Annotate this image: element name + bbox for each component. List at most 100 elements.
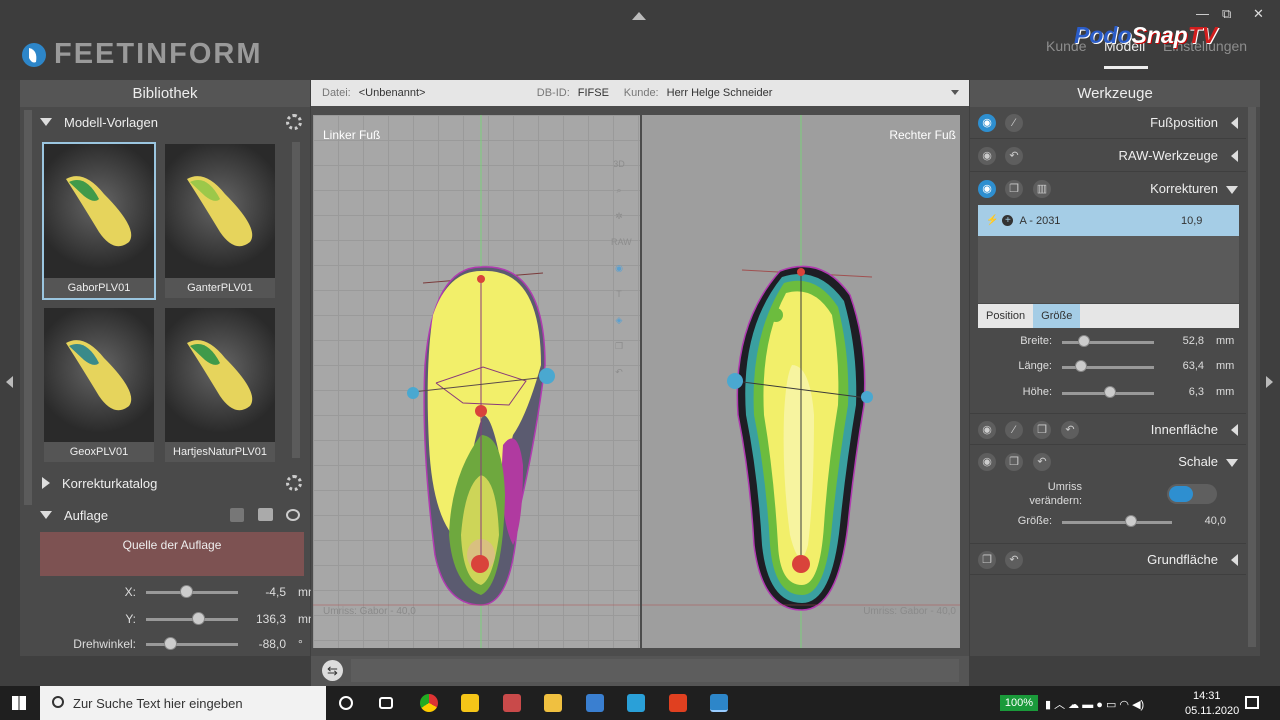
collapse-left-icon[interactable] bbox=[6, 376, 13, 388]
slider-track[interactable] bbox=[1062, 521, 1172, 524]
eye-icon[interactable]: ◉ bbox=[978, 180, 996, 198]
copy-icon[interactable]: ❐ bbox=[978, 551, 996, 569]
copy-icon[interactable] bbox=[230, 508, 244, 522]
tab-position[interactable]: Position bbox=[978, 304, 1033, 328]
slider-knob[interactable] bbox=[191, 612, 205, 625]
tool-raw[interactable]: ◉ ↶ RAW-Werkzeuge bbox=[970, 140, 1246, 172]
slider-track[interactable] bbox=[146, 643, 238, 646]
korrektur-item[interactable]: ⚡ + A - 2031 10,9 bbox=[978, 205, 1239, 236]
copy-icon[interactable]: ❐ bbox=[1005, 453, 1023, 471]
slider-knob[interactable] bbox=[1078, 335, 1091, 347]
slider-knob[interactable] bbox=[1103, 386, 1116, 398]
slider-knob[interactable] bbox=[1075, 360, 1088, 372]
eye-icon[interactable]: ◉ bbox=[978, 453, 996, 471]
clock-date[interactable]: 05.11.2020 bbox=[1185, 705, 1239, 717]
explorer-icon[interactable] bbox=[544, 694, 562, 712]
expanded-icon[interactable] bbox=[1226, 459, 1238, 467]
expand-left-icon[interactable] bbox=[1231, 424, 1238, 436]
windows-start-icon[interactable] bbox=[12, 696, 26, 710]
thumbs-scrollbar[interactable] bbox=[292, 142, 300, 458]
copy-icon[interactable]: ❐ bbox=[1033, 421, 1051, 439]
auflage-source[interactable]: Quelle der Auflage bbox=[40, 532, 304, 576]
gear-icon[interactable] bbox=[286, 114, 302, 130]
slider-knob[interactable] bbox=[1125, 515, 1138, 527]
left-foot-view[interactable]: Linker Fuß Umriss: Gabor - 40,0 3D ⌕ ✲ R… bbox=[313, 115, 640, 648]
chrome-icon[interactable] bbox=[420, 694, 438, 712]
swap-icon[interactable]: ⇆ bbox=[322, 660, 343, 681]
notification-icon[interactable] bbox=[1245, 696, 1259, 709]
tool-grundflaeche[interactable]: ❐ ↶ Grundfläche bbox=[970, 543, 1246, 575]
collapse-right-icon[interactable] bbox=[1266, 376, 1273, 388]
tool-schale[interactable]: ◉ ❐ ↶ Schale bbox=[970, 446, 1246, 478]
section-modell-vorlagen[interactable]: Modell-Vorlagen bbox=[20, 107, 310, 137]
info-icon[interactable]: ◉ bbox=[611, 263, 627, 289]
tray-icons[interactable]: ▮ ︿ ☁ ▬ ● ▭ ◠ ◀) bbox=[1045, 696, 1144, 712]
tool-fussposition[interactable]: ◉ ⁄ Fußposition bbox=[970, 107, 1246, 139]
close-button[interactable]: ✕ bbox=[1253, 6, 1264, 22]
eye-icon[interactable]: ◉ bbox=[978, 147, 996, 165]
tasks-app-icon[interactable] bbox=[461, 694, 479, 712]
3d-view-button[interactable]: 3D bbox=[611, 159, 627, 185]
feetinform-taskbar-icon[interactable] bbox=[710, 694, 728, 712]
slider-breite[interactable]: Breite: 52,8 mm bbox=[970, 332, 1240, 352]
slider-x[interactable]: X: -4,5 mm bbox=[40, 582, 318, 602]
slider-hoehe[interactable]: Höhe: 6,3 mm bbox=[970, 383, 1240, 403]
undo-icon[interactable]: ↶ bbox=[1061, 421, 1079, 439]
restore-button[interactable]: ⧉ bbox=[1222, 6, 1231, 22]
section-korrekturkatalog[interactable]: Korrekturkatalog bbox=[20, 468, 310, 498]
zoom-icon[interactable]: ⌕ bbox=[611, 185, 627, 211]
expand-left-icon[interactable] bbox=[1231, 150, 1238, 162]
undo-icon[interactable]: ↶ bbox=[611, 367, 627, 393]
undo-icon[interactable]: ↶ bbox=[1005, 147, 1023, 165]
eye-icon[interactable]: ◉ bbox=[978, 421, 996, 439]
section-auflage[interactable]: Auflage bbox=[20, 500, 310, 530]
office-icon[interactable] bbox=[669, 694, 687, 712]
slider-knob[interactable] bbox=[163, 637, 177, 650]
tab-groesse[interactable]: Größe bbox=[1033, 304, 1081, 328]
shape-icon[interactable]: ◈ bbox=[611, 315, 627, 341]
undo-icon[interactable]: ↶ bbox=[1033, 453, 1051, 471]
wand-icon[interactable]: ⁄ bbox=[1005, 114, 1023, 132]
text-icon[interactable]: T bbox=[611, 289, 627, 315]
copy-icon[interactable]: ❐ bbox=[1005, 180, 1023, 198]
tool-korrekturen[interactable]: ◉ ❐ ▥ Korrekturen bbox=[970, 173, 1246, 205]
outer-scrollbar[interactable] bbox=[24, 110, 32, 505]
undo-icon[interactable]: ↶ bbox=[1005, 551, 1023, 569]
template-thumb[interactable]: HartjesNaturPLV01 bbox=[163, 306, 277, 464]
slider-knob[interactable] bbox=[179, 585, 193, 598]
taskbar-search[interactable]: Zur Suche Text hier eingeben bbox=[40, 686, 326, 720]
app-icon[interactable] bbox=[503, 694, 521, 712]
copy-icon[interactable]: ❐ bbox=[611, 341, 627, 367]
expand-left-icon[interactable] bbox=[1231, 117, 1238, 129]
tool-innenflaeche[interactable]: ◉ ⁄ ❐ ↶ Innenfläche bbox=[970, 413, 1246, 445]
template-thumb[interactable]: GaborPLV01 bbox=[42, 142, 156, 300]
folder-icon[interactable] bbox=[258, 508, 273, 521]
cortana-icon[interactable] bbox=[339, 696, 353, 710]
clock-time[interactable]: 14:31 bbox=[1193, 690, 1221, 702]
wand-icon[interactable]: ⁄ bbox=[1005, 421, 1023, 439]
panel-scrollbar[interactable] bbox=[1248, 107, 1256, 647]
umriss-toggle[interactable] bbox=[1167, 484, 1217, 504]
slider-track[interactable] bbox=[1062, 341, 1154, 344]
slider-laenge[interactable]: Länge: 63,4 mm bbox=[970, 357, 1240, 377]
eye-icon[interactable] bbox=[286, 509, 300, 521]
right-foot-view[interactable]: Rechter Fuß Umriss: Gabor - 40,0 bbox=[642, 115, 960, 648]
template-thumb[interactable]: GeoxPLV01 bbox=[42, 306, 156, 464]
task-view-icon[interactable] bbox=[379, 697, 393, 709]
slider-drehwinkel[interactable]: Drehwinkel: -88,0 ° bbox=[40, 634, 310, 654]
raw-view-button[interactable]: RAW bbox=[611, 237, 632, 263]
expand-left-icon[interactable] bbox=[1231, 554, 1238, 566]
collapse-up-icon[interactable] bbox=[632, 12, 646, 20]
bottom-dropdown[interactable] bbox=[351, 659, 959, 682]
battery-indicator[interactable]: 100% bbox=[1000, 695, 1038, 711]
slider-groesse[interactable]: Größe: 40,0 bbox=[970, 512, 1240, 532]
expanded-icon[interactable] bbox=[1226, 186, 1238, 194]
gear-icon[interactable] bbox=[286, 475, 302, 491]
template-thumb[interactable]: GanterPLV01 bbox=[163, 142, 277, 300]
eye-icon[interactable]: ◉ bbox=[978, 114, 996, 132]
settings-icon[interactable]: ✲ bbox=[611, 211, 627, 237]
minimize-button[interactable]: — bbox=[1196, 6, 1209, 21]
l-app-icon[interactable] bbox=[627, 694, 645, 712]
chevron-down-icon[interactable] bbox=[951, 90, 959, 95]
slider-y[interactable]: Y: 136,3 mm bbox=[40, 609, 318, 629]
